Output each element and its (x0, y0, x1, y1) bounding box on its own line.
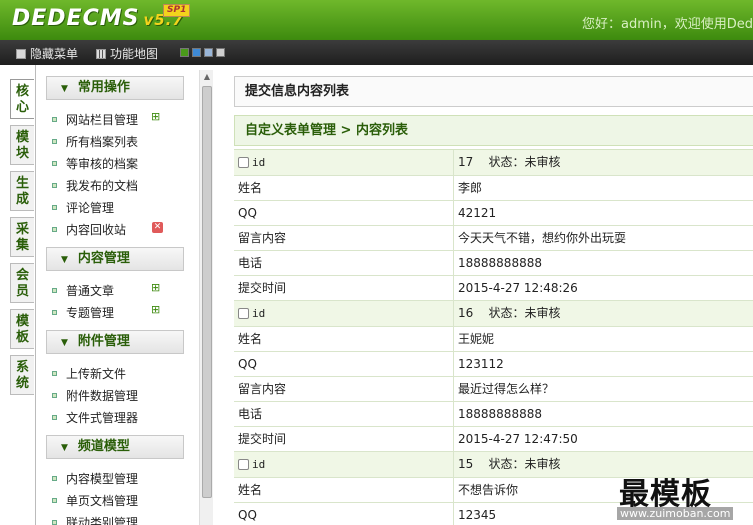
sidebar-item-recycle-bin[interactable]: 内容回收站 (52, 221, 126, 238)
row-checkbox[interactable] (238, 459, 249, 470)
bullet-icon (52, 520, 57, 525)
menu-section-channel-model[interactable]: ▼ 频道模型 (46, 435, 184, 459)
sidebar-item-comments[interactable]: 评论管理 (52, 199, 114, 216)
scroll-up-arrow-icon[interactable]: ▲ (201, 71, 213, 83)
table-row: 姓名 王妮妮 (234, 327, 753, 352)
table-row: 电话 18888888888 (234, 402, 753, 427)
skin-swatches (180, 48, 225, 57)
table-row: QQ 123112 (234, 352, 753, 377)
sidebar-menu: ▼ 常用操作 网站栏目管理 ⊞ 所有档案列表 等审核的档案 我发布的文档 评论管理… (36, 65, 199, 525)
chevron-down-icon: ▼ (61, 84, 68, 94)
clear-recycle-icon[interactable]: ✕ (152, 222, 163, 233)
sidebar-item-upload[interactable]: 上传新文件 (52, 365, 126, 382)
bullet-icon (52, 205, 57, 210)
bullet-icon (52, 117, 57, 122)
dedecms-logo[interactable]: DEDECMS v5.7 (12, 6, 184, 31)
chevron-down-icon: ▼ (61, 338, 68, 348)
table-row: 姓名 李郎 (234, 176, 753, 201)
bullet-icon (52, 415, 57, 420)
tab-member[interactable]: 会员 (10, 263, 34, 303)
tab-module[interactable]: 模块 (10, 125, 34, 165)
tab-collect[interactable]: 采集 (10, 217, 34, 257)
hide-menu-button[interactable]: 隐藏菜单 (16, 45, 78, 62)
hide-menu-icon (16, 48, 26, 59)
menu-section-content[interactable]: ▼ 内容管理 (46, 247, 184, 271)
table-row: 留言内容 最近过得怎么样？ (234, 377, 753, 402)
row-checkbox[interactable] (238, 308, 249, 319)
tab-system[interactable]: 系统 (10, 355, 34, 395)
sidebar-item-linkage-category[interactable]: 联动类别管理 (52, 514, 138, 525)
add-icon[interactable]: ⊞ (151, 303, 160, 316)
grid-icon (96, 48, 106, 59)
sidebar-item-file-manager[interactable]: 文件式管理器 (52, 409, 138, 426)
sidebar-item-articles[interactable]: 普通文章 (52, 282, 114, 299)
tab-generate[interactable]: 生成 (10, 171, 34, 211)
page-title: 提交信息内容列表 (234, 76, 753, 107)
menu-section-common[interactable]: ▼ 常用操作 (46, 76, 184, 100)
sidebar-item-single-page[interactable]: 单页文档管理 (52, 492, 138, 509)
menu-section-attachments[interactable]: ▼ 附件管理 (46, 330, 184, 354)
chevron-down-icon: ▼ (61, 443, 68, 453)
sidebar-item-column-manage[interactable]: 网站栏目管理 (52, 111, 138, 128)
toolbar: 隐藏菜单 功能地图 (0, 40, 753, 65)
row-checkbox[interactable] (238, 157, 249, 168)
sidebar-item-attachment-data[interactable]: 附件数据管理 (52, 387, 138, 404)
app-header: DEDECMS v5.7 SP1 您好：admin，欢迎使用Ded (0, 0, 753, 40)
table-row: 提交时间 2015-4-27 12:47:50 (234, 427, 753, 452)
skin-swatch-gray[interactable] (216, 48, 225, 57)
scroll-thumb[interactable] (202, 86, 212, 498)
bullet-icon (52, 310, 57, 315)
watermark-url: www.zuimoban.com (617, 507, 734, 520)
sidebar-item-my-documents[interactable]: 我发布的文档 (52, 177, 138, 194)
tab-core[interactable]: 核心 (10, 79, 34, 119)
vertical-tabs: 核心 模块 生成 采集 会员 模板 系统 (0, 65, 36, 525)
bullet-icon (52, 371, 57, 376)
table-row: id 16 状态：未审核 (234, 301, 753, 327)
bullet-icon (52, 476, 57, 481)
sidebar-item-topics[interactable]: 专题管理 (52, 304, 114, 321)
table-row: 留言内容 今天天气不错，想约你外出玩耍 (234, 226, 753, 251)
skin-swatch-green[interactable] (180, 48, 189, 57)
chevron-down-icon: ▼ (61, 255, 68, 265)
function-map-button[interactable]: 功能地图 (96, 45, 158, 62)
table-row: id 17 状态：未审核 (234, 150, 753, 176)
skin-swatch-blue[interactable] (192, 48, 201, 57)
sidebar-item-content-model[interactable]: 内容模型管理 (52, 470, 138, 487)
table-row: QQ 42121 (234, 201, 753, 226)
bullet-icon (52, 393, 57, 398)
add-icon[interactable]: ⊞ (151, 281, 160, 294)
skin-swatch-lightblue[interactable] (204, 48, 213, 57)
bullet-icon (52, 139, 57, 144)
main-content: 提交信息内容列表 自定义表单管理 > 内容列表 id 17 状态：未审核 姓名 … (214, 65, 753, 525)
add-icon[interactable]: ⊞ (151, 110, 160, 123)
bullet-icon (52, 288, 57, 293)
bullet-icon (52, 227, 57, 232)
bullet-icon (52, 161, 57, 166)
table-row: 电话 18888888888 (234, 251, 753, 276)
sidebar-item-all-archives[interactable]: 所有档案列表 (52, 133, 138, 150)
bullet-icon (52, 498, 57, 503)
menu-scrollbar[interactable]: ▲ (199, 70, 213, 525)
welcome-text: 您好：admin，欢迎使用Ded (582, 17, 753, 32)
tab-template[interactable]: 模板 (10, 309, 34, 349)
sidebar-item-pending-archives[interactable]: 等审核的档案 (52, 155, 138, 172)
table-row: 提交时间 2015-4-27 12:48:26 (234, 276, 753, 301)
breadcrumb[interactable]: 自定义表单管理 > 内容列表 (234, 115, 753, 146)
bullet-icon (52, 183, 57, 188)
sp-badge: SP1 (163, 4, 191, 17)
